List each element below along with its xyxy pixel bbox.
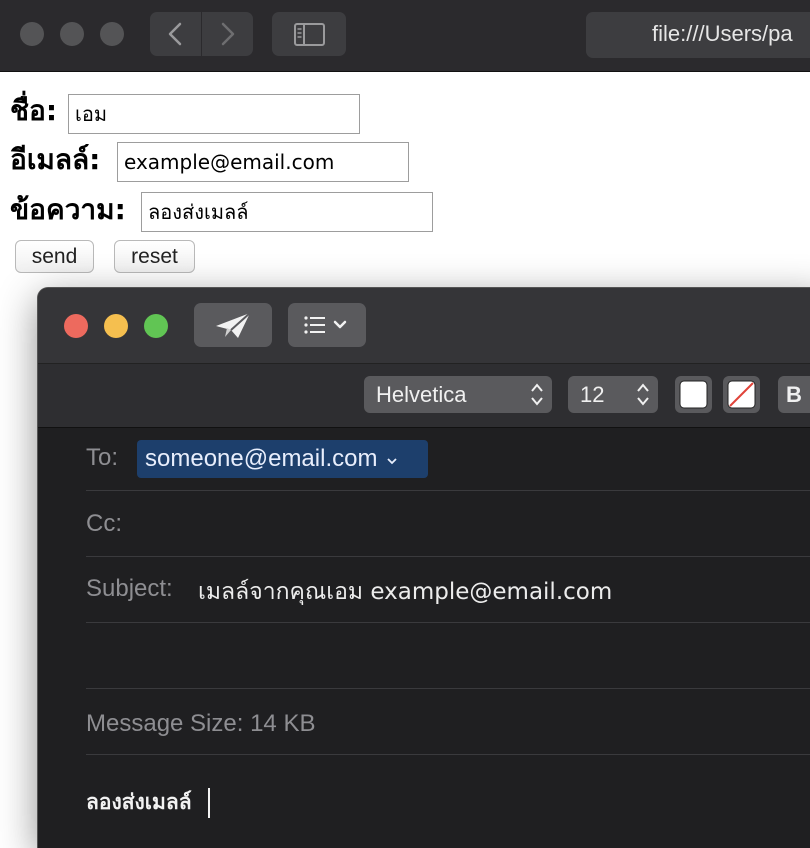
forward-button[interactable] xyxy=(202,12,253,56)
text-color-button[interactable] xyxy=(675,376,712,413)
format-bar: Helvetica 12 B xyxy=(38,363,810,428)
send-mail-button[interactable] xyxy=(194,303,272,347)
no-color-swatch-icon xyxy=(727,380,756,409)
subject-label: Subject: xyxy=(86,575,173,602)
divider xyxy=(86,556,810,557)
to-label: To: xyxy=(86,444,119,471)
recipient-address: someone@email.com xyxy=(145,445,378,472)
browser-toolbar: file:///Users/pa xyxy=(0,0,810,72)
divider xyxy=(86,688,810,689)
cc-label: Cc: xyxy=(86,510,122,537)
navigation-buttons xyxy=(150,12,253,56)
zoom-button[interactable] xyxy=(144,314,168,338)
subject-field[interactable]: เมลล์จากคุณเอม example@email.com xyxy=(198,574,612,610)
up-down-arrows-icon xyxy=(531,383,543,406)
email-input[interactable]: example@email.com xyxy=(117,142,409,182)
email-label: อีเมลล์: xyxy=(10,143,101,176)
name-label: ชื่อ: xyxy=(10,94,58,127)
text-caret xyxy=(208,788,210,818)
font-family-value: Helvetica xyxy=(376,382,467,407)
message-input[interactable]: ลองส่งเมลล์ xyxy=(141,192,433,232)
close-button[interactable] xyxy=(64,314,88,338)
close-window-button[interactable] xyxy=(20,22,44,46)
mail-compose-window: Helvetica 12 B To: someone@email.com Cc:… xyxy=(38,288,810,848)
chevron-down-icon xyxy=(387,458,397,465)
name-input[interactable]: เอม xyxy=(68,94,360,134)
font-size-select[interactable]: 12 xyxy=(568,376,658,413)
sidebar-icon xyxy=(294,23,325,46)
mail-toolbar xyxy=(38,288,810,363)
minimize-button[interactable] xyxy=(104,314,128,338)
address-bar[interactable]: file:///Users/pa xyxy=(586,12,810,58)
up-down-arrows-icon xyxy=(637,383,649,406)
message-body[interactable]: ลองส่งเมลล์ xyxy=(86,786,192,819)
url-text: file:///Users/pa xyxy=(652,21,793,46)
send-button[interactable]: send xyxy=(15,240,94,273)
reset-button[interactable]: reset xyxy=(114,240,195,273)
bold-button[interactable]: B xyxy=(778,376,810,413)
message-size-label: Message Size: 14 KB xyxy=(86,710,316,737)
chevron-right-icon xyxy=(221,22,235,46)
sidebar-toggle-button[interactable] xyxy=(272,12,346,56)
header-fields-menu-button[interactable] xyxy=(288,303,366,347)
background-color-button[interactable] xyxy=(723,376,760,413)
font-family-select[interactable]: Helvetica xyxy=(364,376,552,413)
paper-plane-icon xyxy=(216,312,251,338)
list-icon xyxy=(304,316,347,334)
zoom-window-button[interactable] xyxy=(100,22,124,46)
color-swatch-icon xyxy=(679,380,708,409)
divider xyxy=(86,490,810,491)
message-label: ข้อความ: xyxy=(10,193,126,226)
divider xyxy=(86,754,810,755)
divider xyxy=(86,622,810,623)
recipient-token[interactable]: someone@email.com xyxy=(137,440,428,478)
font-size-value: 12 xyxy=(580,382,605,407)
minimize-window-button[interactable] xyxy=(60,22,84,46)
back-button[interactable] xyxy=(150,12,201,56)
chevron-left-icon xyxy=(168,22,182,46)
